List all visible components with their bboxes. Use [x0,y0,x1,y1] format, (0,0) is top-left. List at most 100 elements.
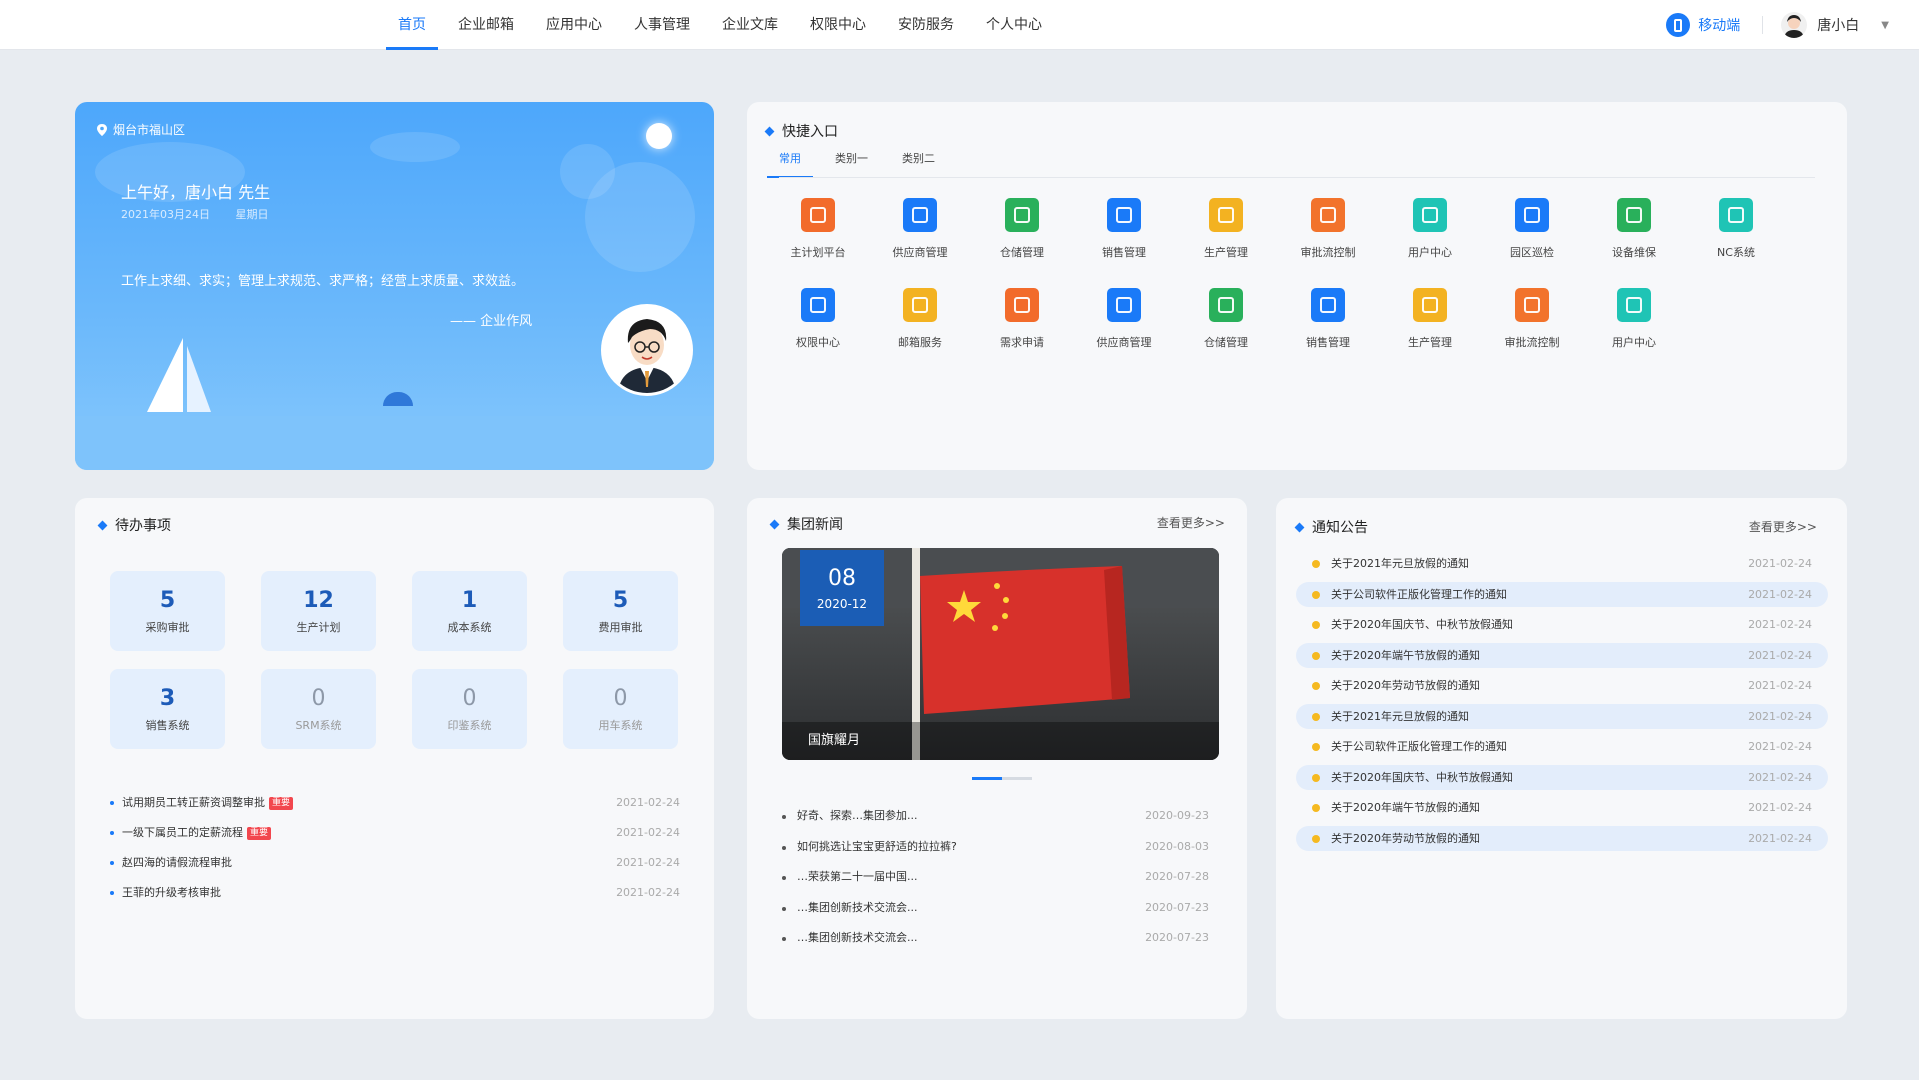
list-item[interactable]: 试用期员工转正薪资调整审批 重要 2021-02-24 [110,788,680,818]
quick-entry-tab[interactable]: 常用 [767,150,813,178]
date: 2021年03月24日 [121,208,210,221]
list-item[interactable]: 关于2020年劳动节放假的通知 2021-02-24 [1296,670,1828,701]
notice-date: 2021-02-24 [1748,831,1812,845]
notice-more-link[interactable]: 查看更多>> [1749,518,1817,535]
list-item[interactable]: 关于2020年国庆节、中秋节放假通知 2021-02-24 [1296,609,1828,640]
quick-entry-item[interactable]: NC系统 [1685,198,1787,260]
todo-stats: 5 采购审批 12 生产计划 1 成本系统 5 费用审批 3 销售系统 0 SRM系统 0 印鉴系统 0 用车… [110,571,678,749]
motto-signature: —— 企业作风 [450,314,533,329]
quick-entry-item[interactable]: 销售管理 [1277,288,1379,350]
quick-entry-item[interactable]: 用户中心 [1583,288,1685,350]
quick-entry-item[interactable]: 用户中心 [1379,198,1481,260]
todo-stat-tile[interactable]: 1 成本系统 [412,571,527,651]
quick-entry-item[interactable]: 供应商管理 [1073,288,1175,350]
nav-item[interactable]: 企业邮箱 [446,0,526,50]
nav-item[interactable]: 首页 [386,0,438,50]
nav-item[interactable]: 人事管理 [622,0,702,50]
news-more-link[interactable]: 查看更多>> [1157,514,1225,531]
todo-stat-tile[interactable]: 0 印鉴系统 [412,669,527,749]
cloud-decoration [560,144,615,199]
nav-item[interactable]: 应用中心 [534,0,614,50]
nav-item[interactable]: 个人中心 [974,0,1054,50]
news-date: 2020-08-03 [1145,839,1209,853]
card-title: 待办事项 [97,515,171,535]
quick-entry-label: 用户中心 [1408,246,1452,259]
quick-entry-label: 供应商管理 [892,246,948,259]
news-featured-image[interactable]: 08 2020-12 国旗耀月 [782,548,1219,760]
list-item[interactable]: 关于2020年端午节放假的通知 2021-02-24 [1296,792,1828,823]
important-badge: 重要 [247,826,272,840]
news-day: 08 [828,565,856,591]
notice-date: 2021-02-24 [1748,770,1812,784]
notice-date: 2021-02-24 [1748,648,1812,662]
quick-entry-item[interactable]: 生产管理 [1175,198,1277,260]
list-item[interactable]: 一级下属员工的定薪流程 重要 2021-02-24 [110,818,680,848]
motto: 工作上求细、求实；管理上求规范、求严格；经营上求质量、求效益。 [121,274,525,289]
todo-stat-tile[interactable]: 3 销售系统 [110,669,225,749]
quick-entry-item[interactable]: 园区巡检 [1481,198,1583,260]
user-menu[interactable]: 唐小白 ▼ [1781,12,1889,38]
list-item[interactable]: 赵四海的请假流程审批 2021-02-24 [110,848,680,878]
tools-icon [1005,198,1039,232]
todo-stat-tile[interactable]: 5 费用审批 [563,571,678,651]
todo-stat-tile[interactable]: 0 SRM系统 [261,669,376,749]
list-item[interactable]: 关于2020年端午节放假的通知 2021-02-24 [1296,640,1828,671]
quick-entry-item[interactable]: 权限中心 [767,288,869,350]
list-item[interactable]: 关于2020年劳动节放假的通知 2021-02-24 [1296,823,1828,854]
quick-entry-tab[interactable]: 类别一 [835,150,868,178]
quick-entry-item[interactable]: 邮箱服务 [869,288,971,350]
supplier-icon [1107,288,1141,322]
list-item[interactable]: 王菲的升级考核审批 2021-02-24 [110,878,680,908]
todo-text: 王菲的升级考核审批 [122,886,221,899]
quick-entry-label: 仓储管理 [1204,336,1248,349]
todo-stat-tile[interactable]: 0 用车系统 [563,669,678,749]
nav-item[interactable]: 安防服务 [886,0,966,50]
quick-entry-item[interactable]: 仓储管理 [971,198,1073,260]
divider [779,177,1815,178]
list-item[interactable]: 关于公司软件正版化管理工作的通知 2021-02-24 [1296,579,1828,610]
quick-entry-item[interactable]: 设备维保 [1583,198,1685,260]
quick-entry-tab[interactable]: 类别二 [902,150,935,178]
chevron-down-icon[interactable]: ▼ [1881,20,1889,31]
nav-item[interactable]: 权限中心 [798,0,878,50]
list-item[interactable]: …荣获第二十一届中国... 2020-07-28 [782,862,1219,893]
list-item[interactable]: 关于2021年元旦放假的通知 2021-02-24 [1296,548,1828,579]
notice-date: 2021-02-24 [1748,587,1812,601]
stat-label: 生产计划 [296,620,341,634]
list-item[interactable]: …集团创新技术交流会... 2020-07-23 [782,893,1219,924]
quick-entry-item[interactable]: 仓储管理 [1175,288,1277,350]
list-item[interactable]: 好奇、探索…集团参加... 2020-09-23 [782,801,1219,832]
stat-label: 费用审批 [598,620,643,634]
quick-entry-item[interactable]: 生产管理 [1379,288,1481,350]
quick-entry-label: 生产管理 [1408,336,1452,349]
quick-entry-item[interactable]: 需求申请 [971,288,1073,350]
sun-decoration [646,123,672,149]
notice-text: 关于公司软件正版化管理工作的通知 [1331,740,1507,753]
todo-date: 2021-02-24 [616,826,680,839]
quick-entry-item[interactable]: 销售管理 [1073,198,1175,260]
quick-entry-label: 设备维保 [1612,246,1656,259]
quick-entry-label: 邮箱服务 [898,336,942,349]
news-featured-date: 08 2020-12 [800,550,884,626]
quick-entry-item[interactable]: 审批流控制 [1481,288,1583,350]
list-item[interactable]: …集团创新技术交流会... 2020-07-23 [782,923,1219,954]
list-item[interactable]: 关于2020年国庆节、中秋节放假通知 2021-02-24 [1296,762,1828,793]
nav-item[interactable]: 企业文库 [710,0,790,50]
list-item[interactable]: 关于公司软件正版化管理工作的通知 2021-02-24 [1296,731,1828,762]
top-right-area: 移动端 唐小白 ▼ [1666,0,1889,50]
carousel-indicator[interactable] [972,777,1032,780]
todo-date: 2021-02-24 [616,886,680,899]
diamond-icon [769,519,780,529]
todo-stat-tile[interactable]: 5 采购审批 [110,571,225,651]
diamond-icon [1294,522,1305,532]
location-text: 烟台市福山区 [113,123,186,137]
quick-entry-item[interactable]: 审批流控制 [1277,198,1379,260]
card-title: 通知公告 [1294,517,1368,537]
list-item[interactable]: 如何挑选让宝宝更舒适的拉拉裤? 2020-08-03 [782,832,1219,863]
list-item[interactable]: 关于2021年元旦放假的通知 2021-02-24 [1296,701,1828,732]
stat-label: SRM系统 [295,718,342,732]
todo-stat-tile[interactable]: 12 生产计划 [261,571,376,651]
quick-entry-item[interactable]: 主计划平台 [767,198,869,260]
mobile-button[interactable]: 移动端 [1666,13,1740,37]
quick-entry-item[interactable]: 供应商管理 [869,198,971,260]
